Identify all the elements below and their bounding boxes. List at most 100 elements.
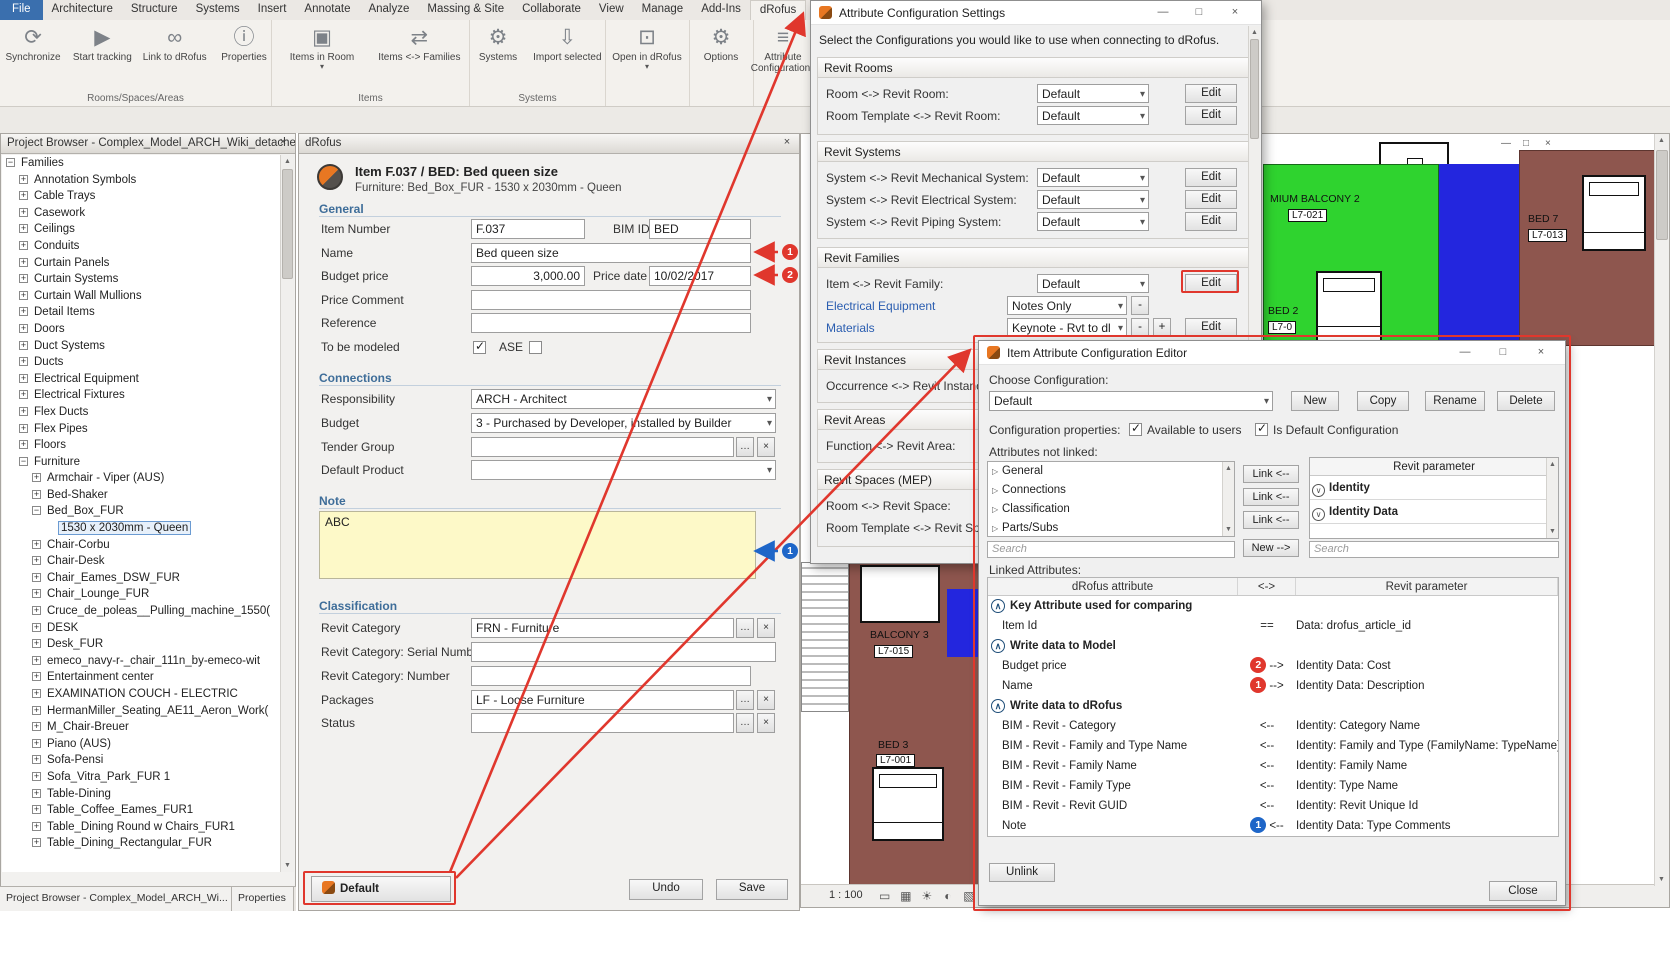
tree-item[interactable]: +Floors <box>2 437 280 454</box>
budget-select[interactable]: 3 - Purchased by Developer, installed by… <box>471 413 776 433</box>
budget-price-field[interactable]: 3,000.00 <box>471 266 585 286</box>
tree-item[interactable]: +Sofa-Pensi <box>2 752 280 769</box>
ribbon-tab-architecture[interactable]: Architecture <box>43 0 122 20</box>
linked-attr-row[interactable]: Name1-->Identity Data: Description <box>988 676 1558 696</box>
ribbon-tab-manage[interactable]: Manage <box>633 0 693 20</box>
tree-item[interactable]: +Table_Dining Round w Chairs_FUR1 <box>2 819 280 836</box>
plan-vertical-scrollbar[interactable]: ▲ ▼ <box>1654 134 1669 886</box>
status-browse-button[interactable]: … <box>736 713 754 733</box>
scroll-down-icon[interactable]: ▼ <box>281 859 294 872</box>
tree-item[interactable]: +Doors <box>2 321 280 338</box>
ribbon-tab-systems[interactable]: Systems <box>187 0 249 20</box>
electrical-equipment-link[interactable]: Electrical Equipment <box>826 299 935 313</box>
expand-icon[interactable]: + <box>19 307 28 316</box>
linked-attr-group[interactable]: ∧Key Attribute used for comparing <box>988 596 1558 616</box>
note-textarea[interactable]: ABC <box>319 511 756 579</box>
scroll-up-icon[interactable]: ▲ <box>1547 458 1558 471</box>
packages-field[interactable]: LF - Loose Furniture <box>471 690 734 710</box>
view-restore-icon[interactable]: □ <box>1523 138 1529 149</box>
tree-item[interactable]: +Cruce_de_poleas__Pulling_machine_1550( <box>2 603 280 620</box>
close-icon[interactable]: × <box>1523 341 1559 364</box>
ribbon-tab-insert[interactable]: Insert <box>249 0 296 20</box>
configuration-select[interactable]: Default <box>989 391 1273 411</box>
scale-control[interactable]: 1 : 100 <box>801 885 873 901</box>
items-families-button[interactable]: ⇄ Items <-> Families <box>371 22 467 86</box>
detail-level-icon[interactable]: ▭ <box>876 885 894 907</box>
notes-only-select[interactable]: Notes Only <box>1007 296 1127 315</box>
import-selected-button[interactable]: ⇩ Import selected <box>529 22 605 86</box>
revit-parameter-group[interactable]: ∨Identity Data <box>1310 500 1558 524</box>
tree-item[interactable]: +Table-Dining <box>2 786 280 803</box>
tree-item[interactable]: +Chair-Corbu <box>2 537 280 554</box>
electrical-system-select[interactable]: Default <box>1037 190 1149 209</box>
ase-checkbox[interactable] <box>529 341 542 354</box>
maximize-icon[interactable]: □ <box>1181 1 1217 24</box>
tree-item[interactable]: +Ducts <box>2 354 280 371</box>
unlink-button[interactable]: Unlink <box>989 863 1055 882</box>
tree-item[interactable]: +emeco_navy-r-_chair_111n_by-emeco-wit <box>2 653 280 670</box>
group-label-rooms[interactable]: Rooms/Spaces/Areas <box>0 93 271 104</box>
file-tab[interactable]: File <box>0 0 43 20</box>
scroll-thumb[interactable] <box>1250 39 1259 139</box>
linked-attr-row[interactable]: BIM - Revit - Family and Type Name<--Ide… <box>988 736 1558 756</box>
edit-button[interactable]: Edit <box>1185 84 1237 103</box>
chevron-down-icon[interactable]: ∨ <box>1312 484 1325 497</box>
save-button[interactable]: Save <box>716 879 788 900</box>
crop-view-icon[interactable]: ▧ <box>960 885 978 907</box>
expand-icon[interactable]: ▷ <box>992 481 1002 500</box>
tree-item[interactable]: +Entertainment center <box>2 669 280 686</box>
linked-attr-group[interactable]: ∧Write data to Model <box>988 636 1558 656</box>
tree-item[interactable]: +Duct Systems <box>2 338 280 355</box>
column-direction[interactable]: <-> <box>1238 578 1296 595</box>
expand-icon[interactable]: + <box>32 772 41 781</box>
revit-category-browse-button[interactable]: … <box>736 618 754 638</box>
collapse-circle-icon[interactable]: ∧ <box>991 639 1005 653</box>
tree-item[interactable]: +Armchair - Viper (AUS) <box>2 470 280 487</box>
expand-icon[interactable]: + <box>32 755 41 764</box>
options-button[interactable]: ⚙ Options <box>690 22 752 86</box>
column-revit-parameter[interactable]: Revit parameter <box>1296 578 1558 595</box>
link-to-drofus-button[interactable]: ∞ Link to dRofus <box>139 22 211 86</box>
tree-item[interactable]: +Ceilings <box>2 221 280 238</box>
tree-item[interactable]: +M_Chair-Breuer <box>2 719 280 736</box>
shadows-icon[interactable]: ◐ <box>939 885 957 907</box>
tender-group-field[interactable] <box>471 437 734 457</box>
scroll-up-icon[interactable]: ▲ <box>1249 26 1260 39</box>
tree-item[interactable]: +Detail Items <box>2 304 280 321</box>
synchronize-button[interactable]: ⟳ Synchronize <box>0 22 66 86</box>
tree-item[interactable]: +Chair-Desk <box>2 553 280 570</box>
expand-icon[interactable]: + <box>19 424 28 433</box>
edit-button[interactable]: Edit <box>1185 318 1237 337</box>
edit-button[interactable]: Edit <box>1185 168 1237 187</box>
edit-item-family-button[interactable]: Edit <box>1185 274 1237 293</box>
to-be-modeled-checkbox[interactable] <box>473 341 486 354</box>
expand-icon[interactable]: + <box>32 805 41 814</box>
not-linked-item[interactable]: ▷General <box>988 462 1234 481</box>
close-icon[interactable]: × <box>1217 1 1253 24</box>
minimize-icon[interactable]: — <box>1447 341 1483 364</box>
tree-item[interactable]: +Piano (AUS) <box>2 736 280 753</box>
sun-path-icon[interactable]: ☀ <box>918 885 936 907</box>
not-linked-list[interactable]: ▷General▷Connections▷Classification▷Part… <box>987 461 1235 537</box>
tree-item[interactable]: +EXAMINATION COUCH - ELECTRIC <box>2 686 280 703</box>
collapse-icon[interactable]: − <box>19 457 28 466</box>
collapse-icon[interactable]: − <box>6 158 15 167</box>
dialog-title-bar[interactable]: Attribute Configuration Settings — □ × <box>811 1 1261 25</box>
remove-mapping-button[interactable]: - <box>1131 318 1149 337</box>
link-button[interactable]: Link <-- <box>1243 511 1299 529</box>
tab-project-browser[interactable]: Project Browser - Complex_Model_ARCH_Wi.… <box>0 887 232 911</box>
room-premium-balcony-2[interactable]: MIUM BALCONY 2 L7-021 BED 2 L7-0 <box>1263 164 1439 346</box>
expand-icon[interactable]: ▷ <box>992 519 1002 537</box>
tree-item[interactable]: +Casework <box>2 205 280 222</box>
scroll-thumb[interactable] <box>282 169 293 279</box>
expand-icon[interactable]: + <box>32 706 41 715</box>
reference-field[interactable] <box>471 313 751 333</box>
edit-button[interactable]: Edit <box>1185 106 1237 125</box>
close-icon[interactable]: × <box>779 136 795 152</box>
tender-group-browse-button[interactable]: … <box>736 437 754 457</box>
search-input[interactable]: Search <box>1309 541 1559 558</box>
expand-icon[interactable]: + <box>32 672 41 681</box>
ribbon-tab-structure[interactable]: Structure <box>122 0 187 20</box>
ribbon-tab-add-ins[interactable]: Add-Ins <box>692 0 750 20</box>
expand-icon[interactable]: + <box>19 208 28 217</box>
